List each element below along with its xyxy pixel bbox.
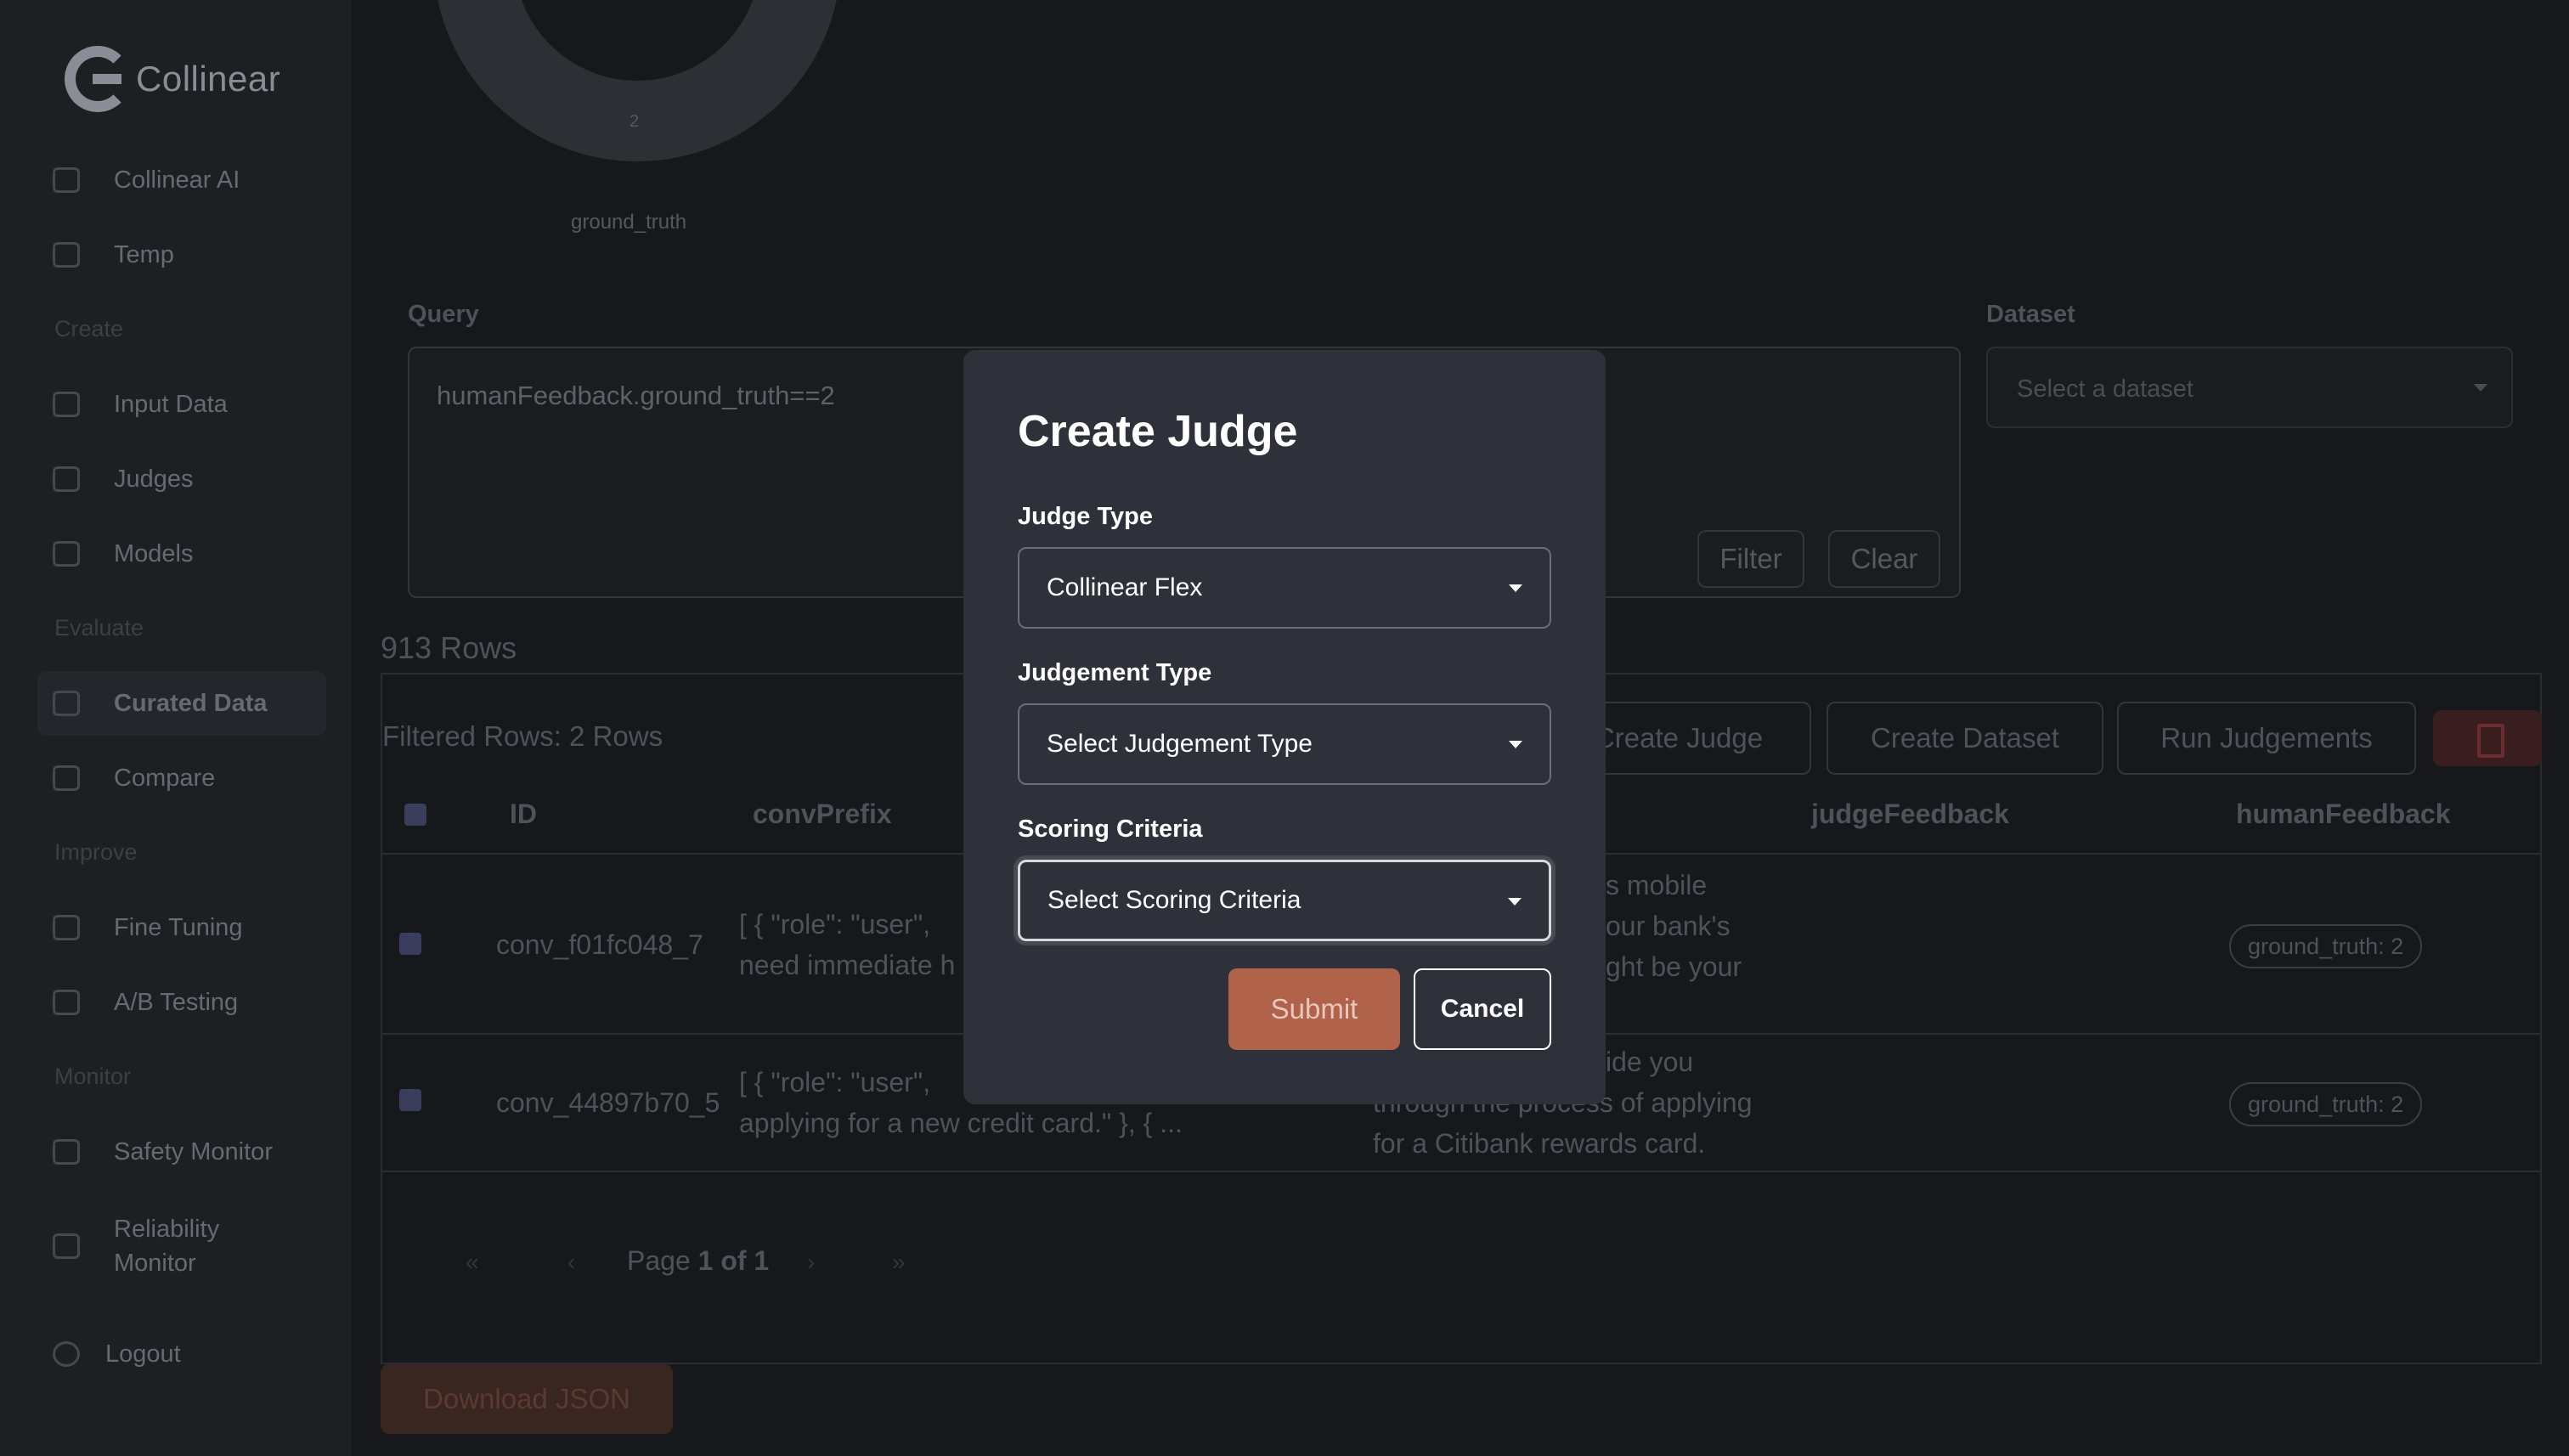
ab-icon: [53, 990, 80, 1015]
cancel-button[interactable]: Cancel: [1414, 968, 1551, 1050]
sparkle-icon: [53, 167, 80, 193]
download-json-button[interactable]: Download JSON: [381, 1364, 673, 1434]
donut-label: ground_truth: [571, 211, 687, 234]
row-response-line: ght be your: [1606, 951, 1742, 982]
sidebar-item-ab-testing[interactable]: A/B Testing: [53, 977, 238, 1028]
logout-button[interactable]: Logout: [53, 1329, 181, 1380]
row-prefix-line: [ { "role": "user",: [739, 1067, 931, 1098]
pagination-label: Page 1 of 1: [627, 1245, 770, 1276]
sidebar-item-collinear-ai[interactable]: Collinear AI: [53, 155, 240, 206]
table-icon: [53, 392, 80, 417]
run-judgements-button[interactable]: Run Judgements: [2117, 702, 2416, 775]
row-response-line: ide you: [1606, 1047, 1694, 1077]
sidebar-item-fine-tuning[interactable]: Fine Tuning: [53, 902, 243, 953]
sidebar-item-reliability-monitor[interactable]: Reliability Monitor: [53, 1208, 233, 1284]
sidebar-section-monitor: Monitor: [54, 1064, 132, 1089]
scoring-criteria-value: Select Scoring Criteria: [1047, 886, 1301, 914]
row-prefix-line: need immediate h: [739, 950, 956, 980]
donut-center-value: 2: [630, 112, 640, 131]
row-response-line: our bank's: [1606, 911, 1731, 941]
grid-icon: [53, 242, 80, 268]
sidebar-item-models[interactable]: Models: [53, 528, 194, 579]
column-header-convprefix[interactable]: convPrefix: [753, 799, 892, 830]
dataset-select[interactable]: Select a dataset: [1986, 347, 2513, 428]
next-page-icon[interactable]: ›: [807, 1249, 815, 1276]
column-header-judgefeedback[interactable]: judgeFeedback: [1811, 799, 2009, 830]
chevron-down-icon: [1509, 741, 1522, 748]
scoring-criteria-select[interactable]: Select Scoring Criteria: [1018, 860, 1551, 941]
clear-button[interactable]: Clear: [1828, 530, 1940, 588]
row-checkbox[interactable]: [399, 933, 421, 955]
sidebar-item-input-data[interactable]: Input Data: [53, 379, 228, 430]
model-icon: [53, 541, 80, 567]
monitor-icon: [53, 1233, 80, 1259]
sidebar-item-curated-data[interactable]: Curated Data: [53, 678, 268, 729]
row-checkbox[interactable]: [399, 1089, 421, 1111]
filter-button[interactable]: Filter: [1697, 530, 1804, 588]
human-feedback-badge: ground_truth: 2: [2229, 1082, 2423, 1126]
sidebar-item-judges[interactable]: Judges: [53, 454, 194, 505]
logo-mark-icon: [65, 46, 131, 112]
submit-button[interactable]: Submit: [1228, 968, 1400, 1050]
power-icon: [53, 1341, 80, 1367]
row-id: conv_f01fc048_7: [496, 929, 703, 960]
row-id: conv_44897b70_5: [496, 1087, 720, 1118]
chevron-down-icon: [1509, 584, 1522, 592]
filtered-rows-label: Filtered Rows: 2 Rows: [382, 720, 663, 752]
collinear-logo[interactable]: Collinear: [65, 46, 280, 112]
scale-icon: [53, 466, 80, 492]
judge-type-value: Collinear Flex: [1047, 573, 1203, 601]
dialog-title: Create Judge: [1018, 407, 1298, 456]
dataset-placeholder: Select a dataset: [2017, 375, 2194, 403]
judge-type-select[interactable]: Collinear Flex: [1018, 547, 1551, 629]
sidebar-section-improve: Improve: [54, 839, 138, 865]
delete-button[interactable]: [2433, 710, 2542, 766]
sidebar-item-temp[interactable]: Temp: [53, 229, 174, 280]
row-response-line: for a Citibank rewards card.: [1373, 1128, 1706, 1159]
column-header-id[interactable]: ID: [510, 799, 537, 830]
monitor-icon: [53, 1139, 80, 1165]
scoring-criteria-label: Scoring Criteria: [1018, 815, 1203, 843]
query-text: humanFeedback.ground_truth==2: [437, 381, 835, 410]
sidebar: Collinear Collinear AI Temp Create Input…: [0, 0, 352, 1456]
sidebar-section-create: Create: [54, 316, 124, 341]
sidebar-item-safety-monitor[interactable]: Safety Monitor: [53, 1126, 273, 1177]
prev-page-icon[interactable]: ‹: [567, 1249, 575, 1276]
row-prefix-line: applying for a new credit card." }, { ..…: [739, 1108, 1183, 1138]
query-label: Query: [408, 301, 479, 328]
first-page-icon[interactable]: «: [466, 1249, 479, 1276]
judge-type-label: Judge Type: [1018, 503, 1153, 530]
tune-icon: [53, 915, 80, 940]
rows-count-title: 913 Rows: [381, 630, 517, 665]
create-judge-dialog: Create Judge Judge Type Collinear Flex J…: [963, 350, 1606, 1104]
row-prefix-line: [ { "role": "user",: [739, 909, 931, 940]
last-page-icon[interactable]: »: [892, 1249, 906, 1276]
judgement-type-value: Select Judgement Type: [1047, 730, 1313, 758]
ground-truth-donut-chart: [433, 0, 841, 161]
sidebar-section-evaluate: Evaluate: [54, 615, 144, 641]
column-header-humanfeedback[interactable]: humanFeedback: [2236, 799, 2451, 830]
select-all-checkbox[interactable]: [404, 804, 426, 826]
compare-icon: [53, 765, 80, 791]
row-response-line: s mobile: [1606, 870, 1708, 900]
sidebar-item-compare[interactable]: Compare: [53, 753, 215, 804]
dataset-label: Dataset: [1986, 301, 2075, 328]
chevron-down-icon: [2474, 384, 2487, 392]
list-icon: [53, 691, 80, 716]
judgement-type-label: Judgement Type: [1018, 659, 1212, 686]
chevron-down-icon: [1508, 898, 1522, 906]
judgement-type-select[interactable]: Select Judgement Type: [1018, 703, 1551, 785]
create-dataset-button[interactable]: Create Dataset: [1827, 702, 2103, 775]
human-feedback-badge: ground_truth: 2: [2229, 924, 2423, 968]
